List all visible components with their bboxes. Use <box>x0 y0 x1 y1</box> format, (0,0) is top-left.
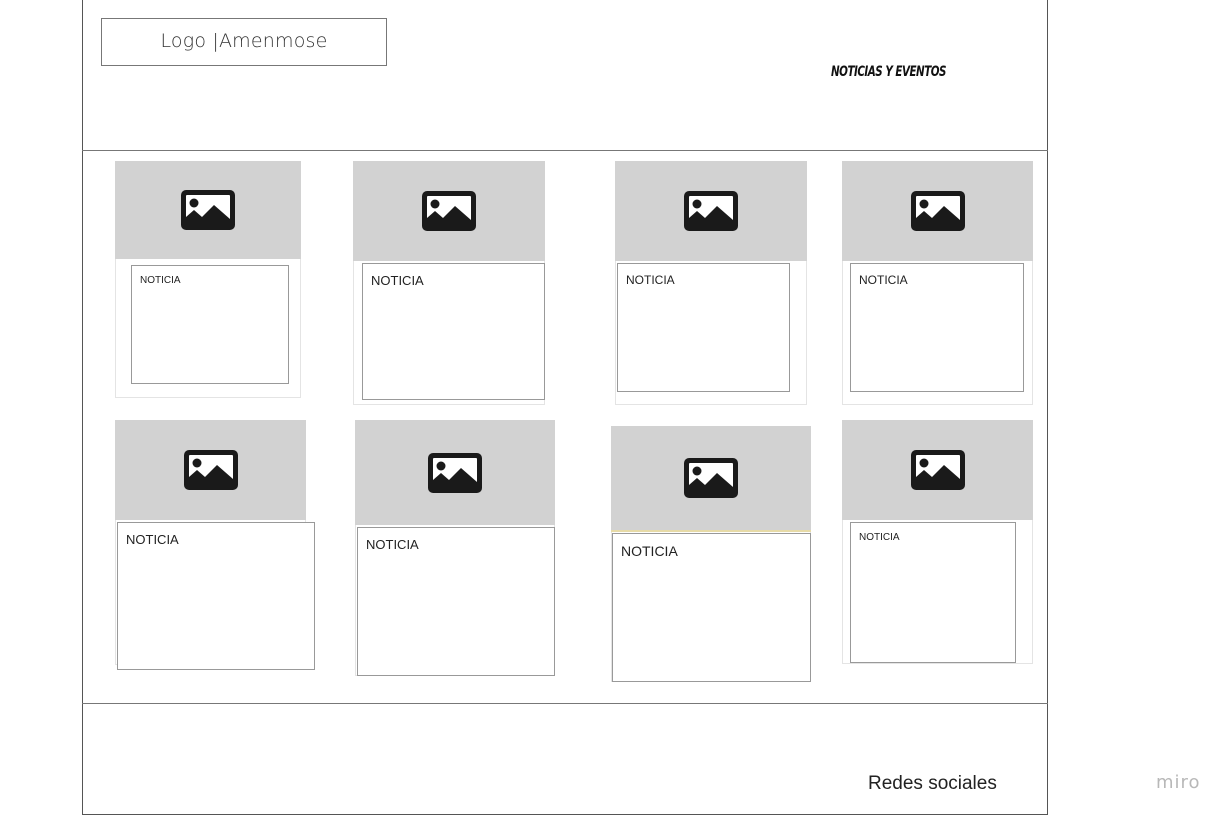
image-icon <box>910 191 965 231</box>
logo-text: Logo |Amenmose <box>160 30 328 52</box>
card-title: NOTICIA <box>621 543 678 559</box>
card-image <box>842 420 1033 520</box>
card-body: NOTICIA <box>612 533 811 682</box>
page-frame <box>82 0 1048 815</box>
card-title: NOTICIA <box>859 273 908 287</box>
card-title: NOTICIA <box>371 273 424 288</box>
card-body: NOTICIA <box>117 522 315 670</box>
image-icon <box>910 450 965 490</box>
image-icon <box>428 452 482 493</box>
card-image <box>611 426 811 530</box>
footer-divider <box>82 703 1048 704</box>
card-body: NOTICIA <box>357 527 555 676</box>
nav-link-noticias-eventos[interactable]: NOTICIAS Y EVENTOS <box>831 64 946 80</box>
image-icon <box>684 458 738 498</box>
card-image <box>115 161 301 259</box>
card-image <box>842 161 1033 261</box>
image-icon <box>183 450 238 490</box>
card-image <box>615 161 807 261</box>
card-body: NOTICIA <box>362 263 545 400</box>
card-image <box>355 420 555 525</box>
card-body: NOTICIA <box>850 522 1016 663</box>
card-body: NOTICIA <box>131 265 289 384</box>
card-title: NOTICIA <box>366 537 419 552</box>
footer-social-link[interactable]: Redes sociales <box>868 773 997 795</box>
logo[interactable]: Logo |Amenmose <box>101 18 387 66</box>
image-icon <box>181 190 235 230</box>
miro-watermark: miro <box>1156 772 1201 793</box>
image-icon <box>422 191 476 231</box>
card-title: NOTICIA <box>626 273 675 287</box>
image-icon <box>684 191 738 231</box>
card-image <box>353 161 545 261</box>
card-highlight-line <box>611 530 811 532</box>
card-title: NOTICIA <box>859 532 900 543</box>
header-divider <box>82 150 1048 151</box>
card-body: NOTICIA <box>617 263 790 392</box>
card-title: NOTICIA <box>140 275 181 286</box>
card-title: NOTICIA <box>126 532 179 547</box>
card-body: NOTICIA <box>850 263 1024 392</box>
card-image <box>115 420 306 520</box>
